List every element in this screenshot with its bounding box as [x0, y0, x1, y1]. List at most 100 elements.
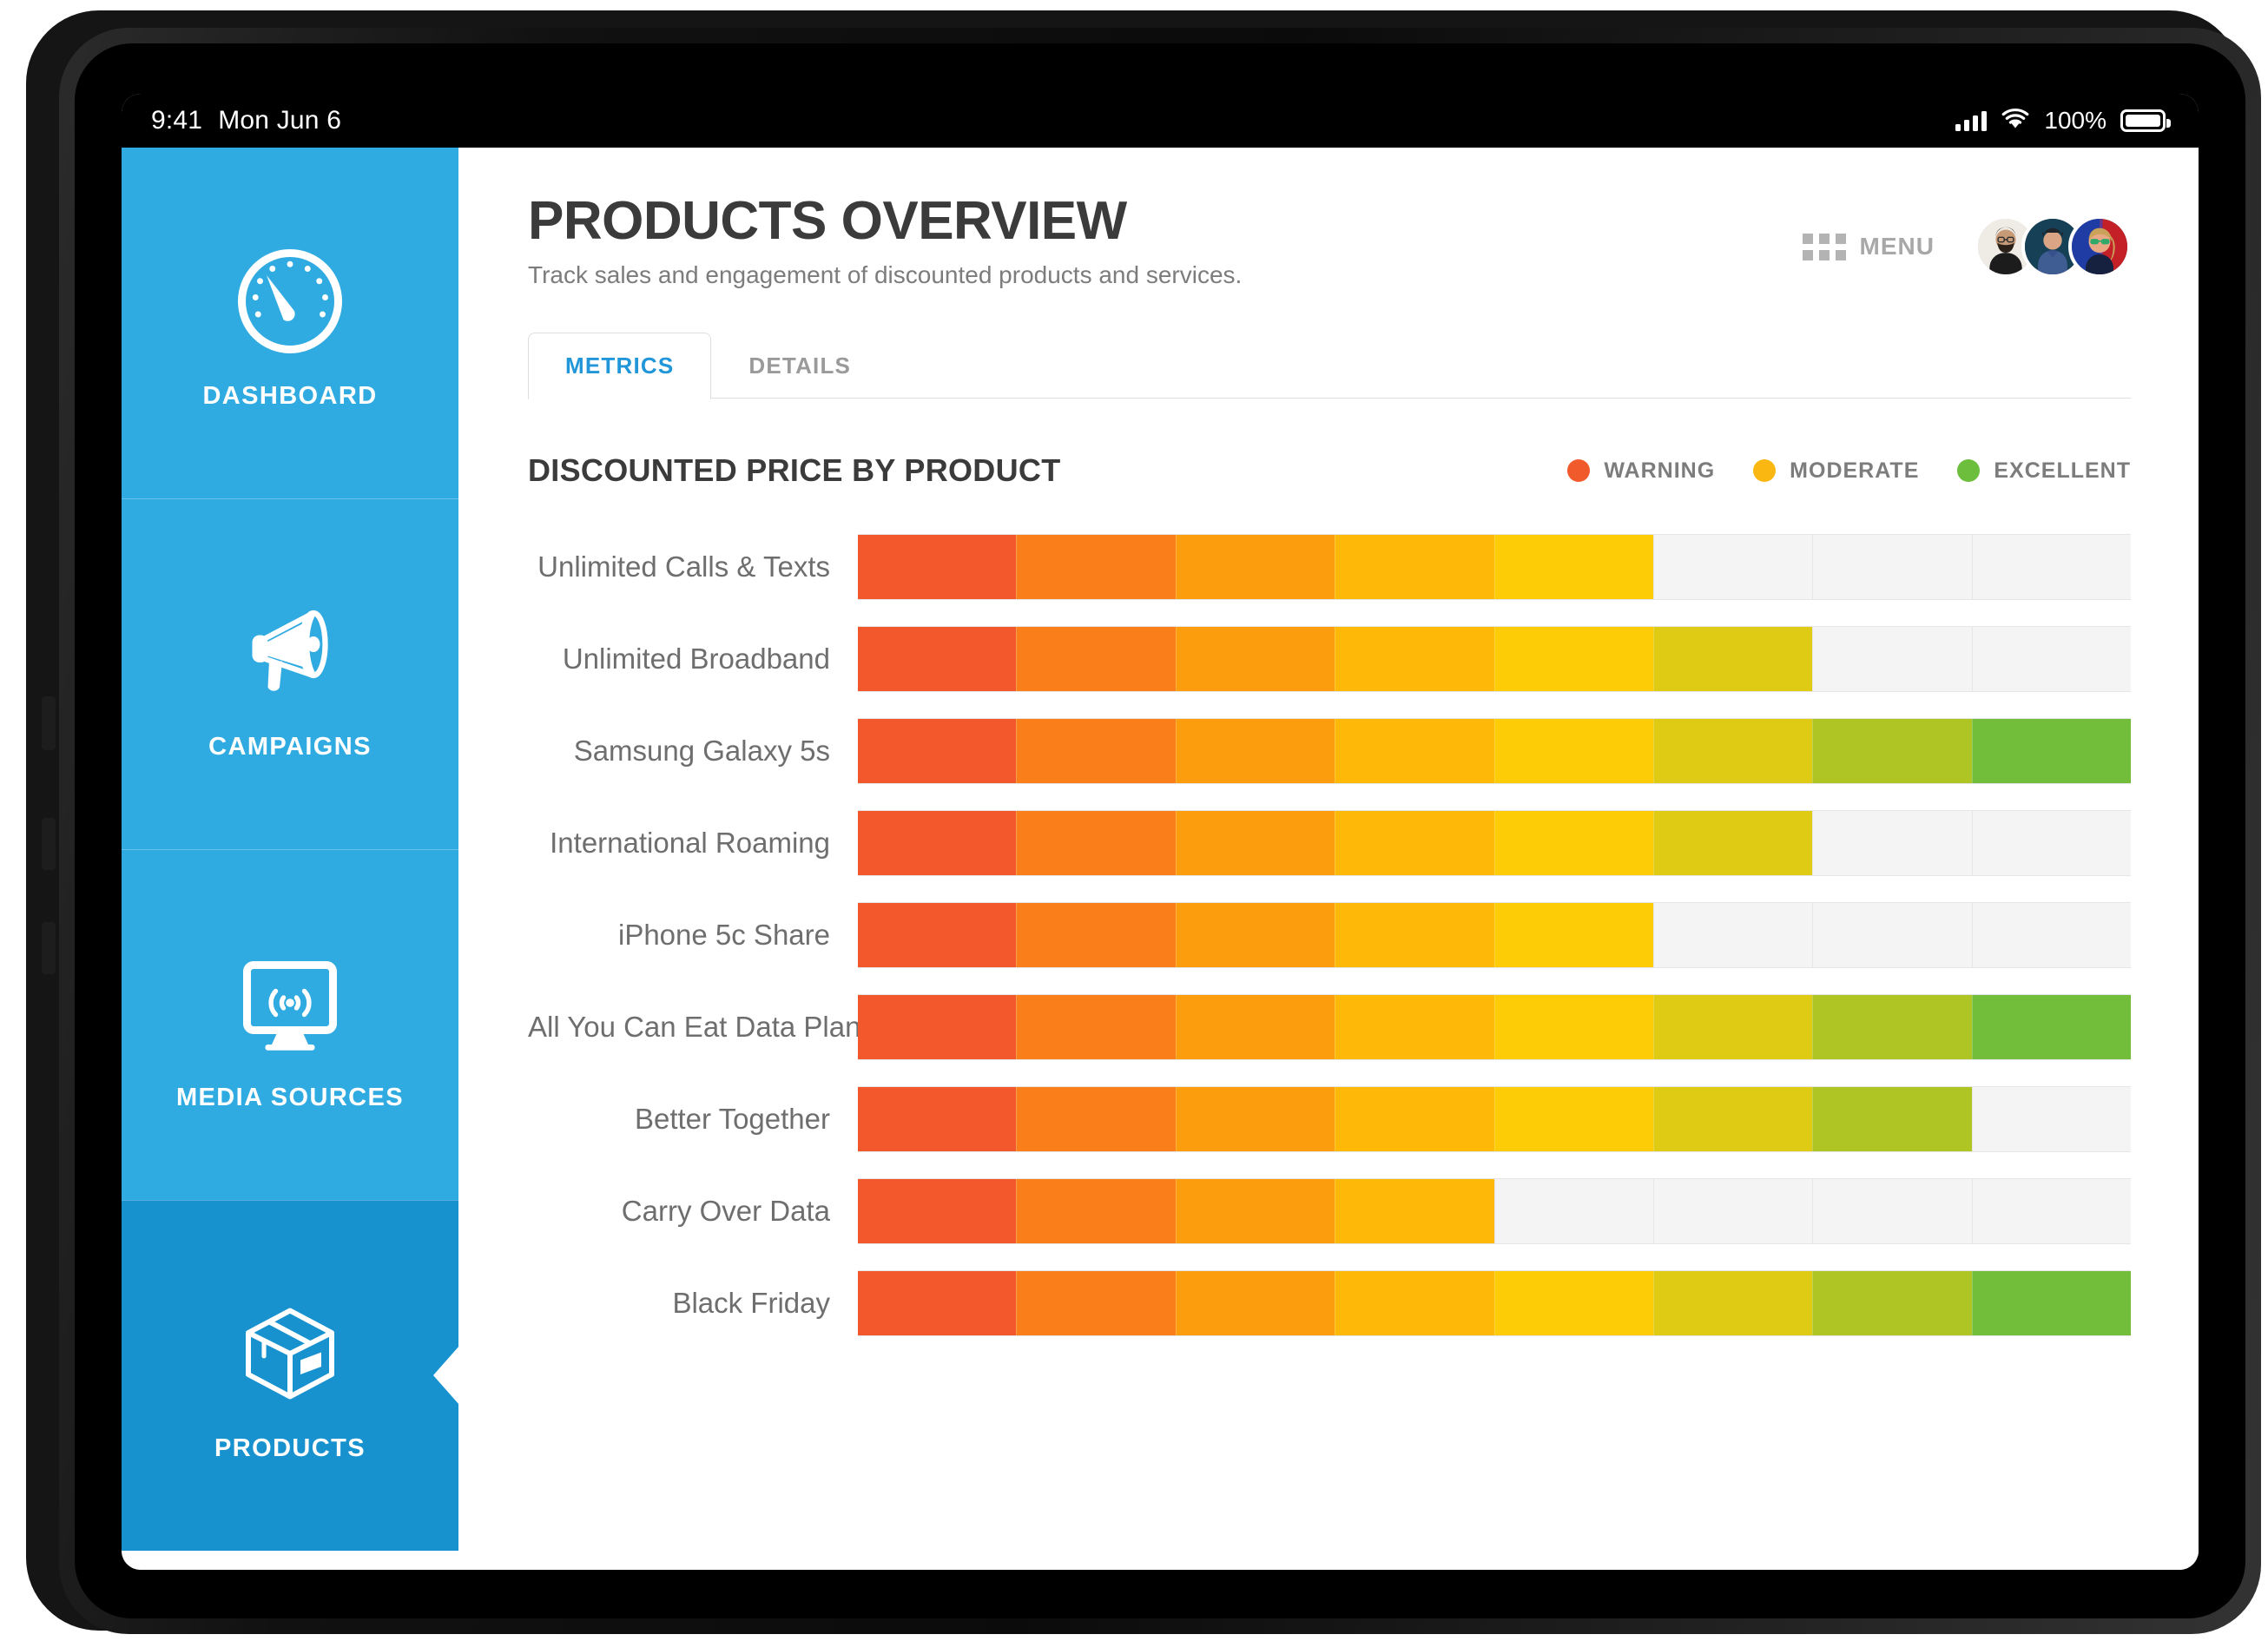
chart-bar-segment-filled [1016, 811, 1176, 876]
chart-bar-segment-filled [858, 719, 1017, 784]
chart-bar-segment-filled [858, 1179, 1017, 1244]
chart-bar-segment-filled [1335, 903, 1494, 968]
chart-bar-track[interactable] [858, 718, 2131, 785]
legend-item[interactable]: EXCELLENT [1957, 458, 2131, 484]
chart-bar-track[interactable] [858, 810, 2131, 877]
chart-bar-segment-filled [1175, 1179, 1335, 1244]
legend-color-dot [1957, 459, 1981, 483]
chart-bar-segment-filled [1175, 627, 1335, 692]
legend-label: EXCELLENT [1994, 458, 2131, 483]
chart-title: DISCOUNTED PRICE BY PRODUCT [528, 452, 1061, 489]
chart-bar-track[interactable] [858, 994, 2131, 1061]
sidebar-item-media-sources[interactable]: MEDIA SOURCES [122, 849, 458, 1200]
legend-item[interactable]: WARNING [1567, 458, 1715, 484]
chart-bar-segment-filled [858, 1087, 1017, 1152]
chart-bar-segment-filled [1335, 535, 1494, 600]
avatar[interactable] [2068, 215, 2131, 278]
page-subtitle: Track sales and engagement of discounted… [528, 261, 1243, 289]
monitor-broadcast-icon [225, 938, 355, 1068]
chart-row: Carry Over Data [528, 1170, 2131, 1253]
chart-bar-segment-filled [858, 903, 1017, 968]
chart-bar-segment-filled [1016, 719, 1176, 784]
chart-bar-segment-filled [858, 627, 1017, 692]
chart-bar-segment-filled [1493, 535, 1653, 600]
page-header-text: PRODUCTS OVERVIEW Track sales and engage… [528, 193, 1242, 289]
main-content: PRODUCTS OVERVIEW Track sales and engage… [458, 148, 2199, 1570]
menu-button-label: MENU [1859, 233, 1935, 260]
chart-row-label: Carry Over Data [621, 1195, 830, 1228]
tab-bar: METRICS DETAILS [528, 333, 2131, 400]
legend-color-dot [1753, 459, 1777, 483]
wifi-icon [2001, 108, 2030, 135]
chart-bar-segment-filled [1812, 1087, 1972, 1152]
legend-label: MODERATE [1790, 458, 1920, 483]
tablet-screen: 9:41 Mon Jun 6 100% DASHBOARD CAMPAIGNS … [122, 94, 2199, 1570]
chart-bar-segment-filled [1335, 1179, 1494, 1244]
discounted-price-bar-chart: Unlimited Calls & Texts Unlimited Broadba… [528, 525, 2131, 1345]
chart-bar-track[interactable] [858, 902, 2131, 969]
chart-bar-track[interactable] [858, 534, 2131, 601]
chart-bar-segment-filled [1335, 1271, 1494, 1336]
grid-menu-icon [1802, 233, 1846, 260]
chart-bar-segment-empty [1971, 627, 2131, 692]
chart-bar-segment-empty [1971, 1179, 2131, 1244]
chart-bar-track[interactable] [858, 1178, 2131, 1245]
chart-bar-segment-filled [1016, 903, 1176, 968]
chart-bar-segment-filled [1652, 811, 1813, 876]
chart-bar-segment-filled [1175, 995, 1335, 1060]
chart-bar-track[interactable] [858, 1086, 2131, 1153]
package-box-icon [225, 1288, 355, 1419]
chart-bar-segment-filled [1493, 1087, 1653, 1152]
chart-bar-segment-filled [858, 1271, 1017, 1336]
chart-legend: WARNING MODERATE EXCELLENT [1567, 458, 2131, 484]
chart-bar-segment-empty [1971, 903, 2131, 968]
sidebar-item-dashboard[interactable]: DASHBOARD [122, 148, 458, 498]
sidebar-item-label: DASHBOARD [202, 381, 378, 410]
legend-item[interactable]: MODERATE [1753, 458, 1919, 484]
chart-row: Black Friday [528, 1262, 2131, 1345]
chart-bar-segment-filled [1175, 535, 1335, 600]
volume-up-button[interactable] [42, 818, 56, 870]
status-bar-date: Mon Jun 6 [218, 106, 342, 135]
power-button[interactable] [42, 696, 56, 750]
tab-metrics[interactable]: METRICS [528, 333, 712, 400]
app-container: DASHBOARD CAMPAIGNS MEDIA SOURCES PRODUC… [122, 148, 2199, 1570]
chart-bar-track[interactable] [858, 626, 2131, 693]
sidebar-item-campaigns[interactable]: CAMPAIGNS [122, 498, 458, 849]
tab-details[interactable]: DETAILS [711, 333, 888, 399]
chart-bar-segment-empty [1812, 811, 1971, 876]
chart-row-label: All You Can Eat Data Plan [528, 1011, 861, 1044]
chart-bar-segment-empty [1493, 1179, 1653, 1244]
avatar-group [1975, 215, 2131, 278]
menu-button[interactable]: MENU [1802, 233, 1935, 260]
chart-bar-segment-filled [1652, 719, 1813, 784]
chart-bar-segment-filled [1493, 627, 1653, 692]
chart-bar-segment-empty [1812, 627, 1971, 692]
chart-bar-segment-filled [1493, 811, 1653, 876]
chart-bar-segment-filled [1016, 627, 1176, 692]
chart-bar-segment-empty [1971, 535, 2131, 600]
status-bar: 9:41 Mon Jun 6 100% [122, 94, 2199, 148]
chart-bar-segment-filled [1493, 1271, 1653, 1336]
chart-bar-segment-filled [1652, 627, 1813, 692]
chart-bar-track[interactable] [858, 1270, 2131, 1337]
chart-bar-segment-empty [1812, 903, 1971, 968]
legend-label: WARNING [1604, 458, 1716, 483]
chart-bar-segment-filled [1175, 1271, 1335, 1336]
screenshot-root: 9:41 Mon Jun 6 100% DASHBOARD CAMPAIGNS … [0, 0, 2268, 1641]
chart-bar-segment-empty [1812, 1179, 1971, 1244]
header-actions: MENU [1802, 193, 2131, 278]
chart-bar-segment-filled [1016, 535, 1176, 600]
chart-bar-segment-filled [1812, 995, 1972, 1060]
chart-bar-segment-filled [1652, 1087, 1813, 1152]
chart-row-label: International Roaming [550, 827, 830, 860]
sidebar-item-products[interactable]: PRODUCTS [122, 1200, 459, 1551]
active-indicator-arrow [433, 1346, 459, 1405]
chart-bar-segment-empty [1652, 535, 1812, 600]
chart-row-label: Samsung Galaxy 5s [573, 735, 830, 768]
chart-row: Unlimited Calls & Texts [528, 525, 2131, 609]
chart-bar-segment-filled [1016, 1271, 1176, 1336]
chart-bar-segment-filled [1016, 1179, 1176, 1244]
volume-down-button[interactable] [42, 922, 56, 974]
sidebar-item-label: CAMPAIGNS [208, 732, 372, 761]
